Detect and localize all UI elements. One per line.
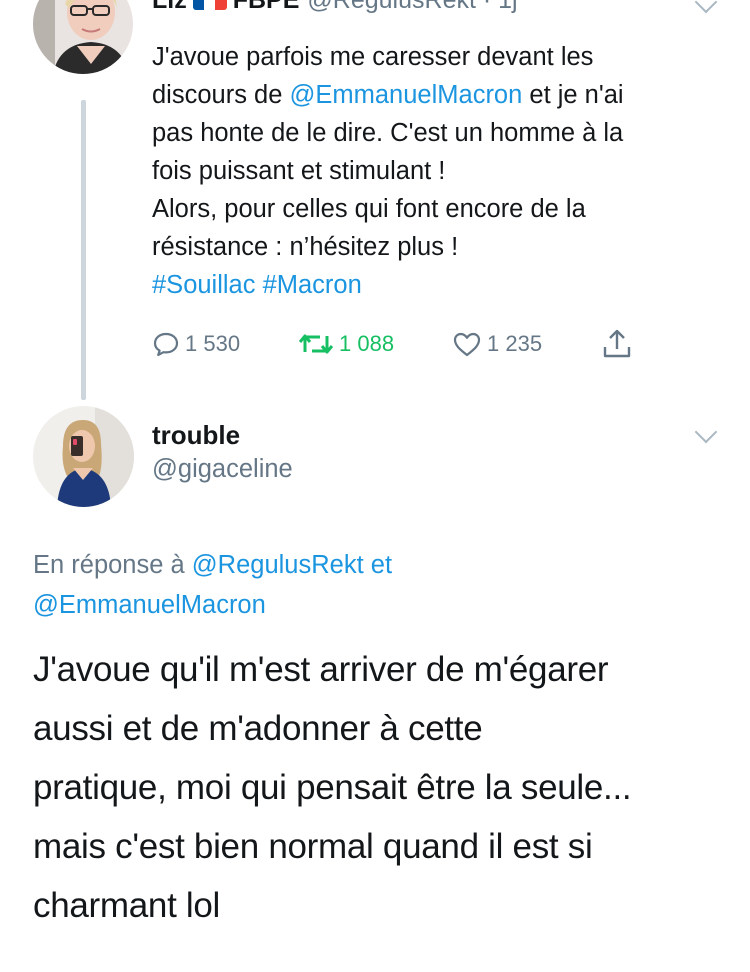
tweet-text-line: pas honte de le dire. C'est un homme à l… — [152, 119, 624, 147]
tweet-text-line: fois puissant et stimulant ! — [152, 157, 446, 185]
retweet-button[interactable]: 1 088 — [298, 324, 394, 364]
in-reply-line: En réponse à @RegulusRekt et — [33, 545, 733, 585]
retweet-count: 1 088 — [339, 331, 395, 356]
reply-button[interactable]: 1 530 — [152, 324, 240, 364]
tweet-text-line: Alors, pour celles qui font encore de la — [152, 195, 586, 223]
tweet-text-line: charmant lol — [33, 886, 221, 925]
like-button[interactable]: 1 235 — [452, 324, 542, 364]
tweet-action-bar: 1 530 1 088 1 235 — [152, 324, 672, 364]
parent-author-handle[interactable]: @RegulusRekt · 1j — [307, 0, 517, 14]
parent-tweet-text: J'avoue parfois me caresser devant les d… — [152, 38, 742, 304]
in-reply-and[interactable]: et — [364, 551, 392, 579]
share-icon — [603, 329, 631, 358]
tweet-text-line: résistance : n’hésitez plus ! — [152, 233, 459, 261]
tweet-text-fragment: discours de — [152, 81, 290, 109]
like-count: 1 235 — [487, 331, 543, 356]
hashtag-links[interactable]: #Souillac #Macron — [152, 266, 742, 304]
in-reply-prefix: En réponse à — [33, 551, 192, 579]
heart-icon — [453, 332, 481, 357]
tweet-text-line: J'avoue qu'il m'est arriver de m'égarer — [33, 650, 609, 689]
share-button[interactable] — [600, 324, 639, 364]
reply-author-avatar[interactable] — [33, 406, 134, 507]
reply-bubble-icon — [153, 332, 179, 357]
tweet-text-line: discours de @EmmanuelMacron et je n'ai — [152, 76, 742, 114]
reply-tweet-text: J'avoue qu'il m'est arriver de m'égarer … — [33, 640, 743, 935]
parent-author-avatar[interactable] — [33, 0, 133, 74]
parent-tweet-header: Liz FBPE @RegulusRekt · 1j — [152, 0, 518, 16]
in-reply-to: En réponse à @RegulusRekt et @EmmanuelMa… — [33, 545, 733, 625]
france-flag-icon — [192, 0, 227, 10]
mention-link-emmanuelmacron[interactable]: @EmmanuelMacron — [33, 585, 733, 625]
tweet-text-line: mais c'est bien normal quand il est si — [33, 827, 593, 866]
parent-author-tag: FBPE — [232, 0, 300, 14]
tweet-thread: Liz FBPE @RegulusRekt · 1j J'avoue parfois… — [0, 0, 750, 972]
tweet-text-fragment: et je n'ai — [522, 81, 624, 109]
reply-author-handle[interactable]: @gigaceline — [152, 455, 293, 484]
reply-author-name[interactable]: trouble — [152, 420, 240, 451]
reply-count: 1 530 — [185, 331, 241, 356]
tweet-text-line: pratique, moi qui pensait être la seule.… — [33, 768, 632, 807]
retweet-icon — [298, 334, 334, 354]
mention-link-emmanuelmacron[interactable]: @EmmanuelMacron — [290, 81, 523, 109]
tweet-text-line: J'avoue parfois me caresser devant les — [152, 43, 594, 71]
chevron-down-icon[interactable] — [694, 420, 718, 444]
tweet-text-line: aussi et de m'adonner à cette — [33, 709, 483, 748]
chevron-down-icon[interactable] — [694, 0, 718, 14]
parent-author-name[interactable]: Liz — [152, 0, 187, 14]
mention-link-regulusrekt[interactable]: @RegulusRekt — [192, 551, 364, 579]
thread-connector-line — [81, 100, 86, 400]
